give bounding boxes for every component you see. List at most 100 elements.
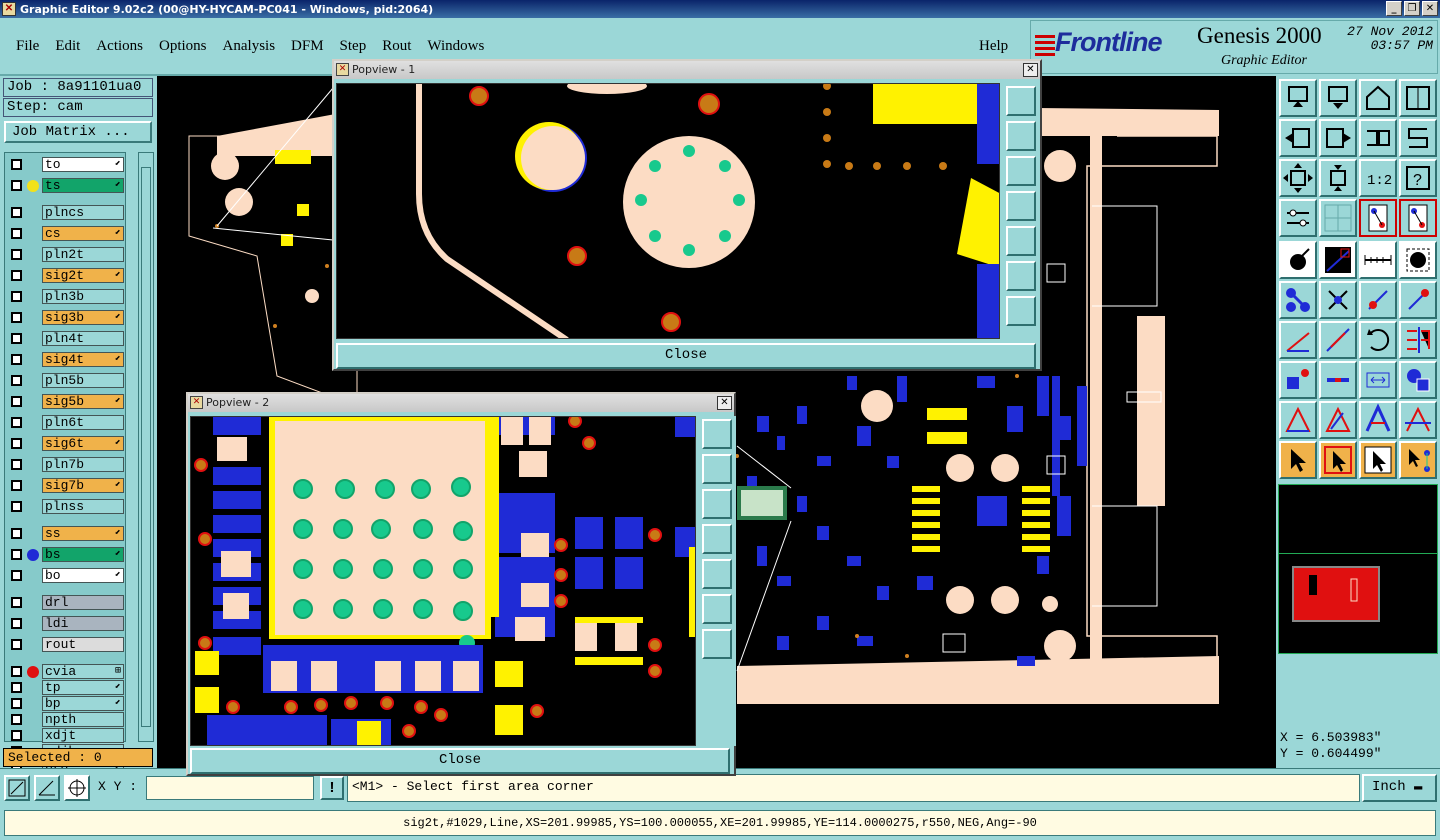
s-curve-icon[interactable] [1399, 119, 1437, 157]
layer-name[interactable]: xdjt [42, 728, 124, 743]
pan-right-icon[interactable] [1319, 119, 1357, 157]
layer-checkbox[interactable] [11, 597, 22, 608]
zoom-mirror-icon[interactable] [1359, 119, 1397, 157]
layer-row-pln4t[interactable]: pln4t [6, 331, 126, 346]
zoom-fit-icon[interactable] [1319, 79, 1357, 117]
menu-step[interactable]: Step [340, 38, 367, 55]
layer-name[interactable]: ss ⬋ [42, 526, 124, 541]
resize-icon[interactable] [1279, 361, 1317, 399]
move-icon[interactable] [1319, 361, 1357, 399]
layer-row-pln5b[interactable]: pln5b [6, 373, 126, 388]
grid-snap-icon[interactable] [64, 775, 90, 801]
menu-dfm[interactable]: DFM [291, 38, 324, 55]
popview-2-close-icon[interactable]: ✕ [717, 396, 732, 410]
layer-row-npth[interactable]: npth [6, 712, 126, 727]
layer-name[interactable]: tp ⬋ [42, 680, 124, 695]
layer-checkbox[interactable] [11, 417, 22, 428]
group-icon[interactable] [1399, 361, 1437, 399]
menu-help[interactable]: Help [979, 38, 1008, 55]
zoom-home-icon[interactable] [1006, 86, 1036, 116]
zoom-in-icon[interactable] [1279, 159, 1317, 197]
zoom-extents-icon[interactable] [702, 629, 732, 659]
popview-1-canvas[interactable] [336, 83, 1000, 339]
help-icon[interactable]: ? [1399, 159, 1437, 197]
layer-view-red-icon[interactable] [1399, 199, 1437, 237]
slash-icon[interactable] [1319, 321, 1357, 359]
title-bar[interactable]: ✕ Graphic Editor 9.02c2 (00@HY-HYCAM-PC0… [0, 0, 1440, 18]
layer-row-pln6t[interactable]: pln6t [6, 415, 126, 430]
layer-row-cs[interactable]: cs ⬋ [6, 226, 126, 241]
layer-name[interactable]: pln4t [42, 331, 124, 346]
layer-name[interactable]: sig2t ⬋ [42, 268, 124, 283]
menu-actions[interactable]: Actions [96, 38, 143, 55]
layer-name[interactable]: to ⬋ [42, 157, 124, 172]
layer-row-bo[interactable]: bo ⬋ [6, 568, 126, 583]
zoom-out-icon[interactable] [1319, 159, 1357, 197]
layer-row-ss[interactable]: ss ⬋ [6, 526, 126, 541]
popview-1-titlebar[interactable]: ✕ Popview - 1 [334, 61, 1040, 79]
split-icon[interactable] [1399, 321, 1437, 359]
layer-row-ldi[interactable]: ldi [6, 616, 126, 631]
layer-checkbox[interactable] [11, 618, 22, 629]
dimension-icon[interactable] [1359, 361, 1397, 399]
layer-name[interactable]: plnss [42, 499, 124, 514]
warning-button[interactable]: ! [320, 776, 344, 800]
layer-name[interactable]: drl [42, 595, 124, 610]
layer-checkbox[interactable] [11, 501, 22, 512]
layer-name[interactable]: cvia ⊞ [42, 664, 124, 679]
layer-checkbox[interactable] [11, 375, 22, 386]
layer-row-pln7b[interactable]: pln7b [6, 457, 126, 472]
popview-1-close-icon[interactable]: ✕ [1023, 63, 1038, 77]
popview-1-close-button[interactable]: Close [336, 343, 1036, 369]
xy-input[interactable] [146, 776, 314, 800]
layer-checkbox[interactable] [11, 333, 22, 344]
pad-icon[interactable] [1399, 241, 1437, 279]
restore-button[interactable]: ❐ [1404, 1, 1420, 16]
layer-row-ts[interactable]: ts ⬋ [6, 178, 126, 193]
layer-checkbox[interactable] [11, 714, 22, 725]
home-icon[interactable] [1359, 79, 1397, 117]
angle-icon[interactable] [1279, 321, 1317, 359]
layer-checkbox[interactable] [11, 438, 22, 449]
menu-options[interactable]: Options [159, 38, 207, 55]
zoom-in-icon[interactable] [1006, 121, 1036, 151]
layer-name[interactable]: pln6t [42, 415, 124, 430]
snap-icon[interactable] [1279, 241, 1317, 279]
arc-icon[interactable] [1359, 281, 1397, 319]
menu-file[interactable]: File [16, 38, 39, 55]
window-icon[interactable] [1399, 79, 1437, 117]
arrow-icon[interactable] [1399, 281, 1437, 319]
pan-left-icon[interactable] [702, 524, 732, 554]
layer-row-sig5b[interactable]: sig5b ⬋ [6, 394, 126, 409]
layer-checkbox[interactable] [11, 312, 22, 323]
layer-name[interactable]: sig7b ⬋ [42, 478, 124, 493]
rotate-icon[interactable] [1359, 321, 1397, 359]
select-box-icon[interactable] [1319, 441, 1357, 479]
node-icon[interactable] [1279, 281, 1317, 319]
layer-name[interactable]: bo ⬋ [42, 568, 124, 583]
layer-row-to[interactable]: to ⬋ [6, 157, 126, 172]
menu-analysis[interactable]: Analysis [223, 38, 276, 55]
layer-name[interactable]: cs ⬋ [42, 226, 124, 241]
layer-name[interactable]: sig4t ⬋ [42, 352, 124, 367]
layer-name[interactable]: ts ⬋ [42, 178, 124, 193]
zoom-out-icon[interactable] [702, 489, 732, 519]
layer-checkbox[interactable] [11, 396, 22, 407]
board-minimap[interactable] [1278, 484, 1438, 654]
layer-name[interactable]: npth [42, 712, 124, 727]
zoom-home-icon[interactable] [1279, 79, 1317, 117]
pan-left-icon[interactable] [1279, 119, 1317, 157]
layer-name[interactable]: bs ⬋ [42, 547, 124, 562]
scale-1-2-icon[interactable]: 1:2 [1359, 159, 1397, 197]
layer-name[interactable]: pln5b [42, 373, 124, 388]
popview-2-close-button[interactable]: Close [190, 748, 730, 774]
layer-checkbox[interactable] [11, 549, 22, 560]
measure-icon[interactable] [1279, 199, 1317, 237]
zoom-fit-icon[interactable] [1006, 261, 1036, 291]
triangle-icon[interactable] [1279, 401, 1317, 439]
units-selector[interactable]: Inch ▬ [1362, 774, 1437, 802]
select-net-icon[interactable] [1399, 441, 1437, 479]
select-lasso-icon[interactable] [1359, 441, 1397, 479]
layer-checkbox[interactable] [11, 639, 22, 650]
outline-icon[interactable] [1359, 401, 1397, 439]
